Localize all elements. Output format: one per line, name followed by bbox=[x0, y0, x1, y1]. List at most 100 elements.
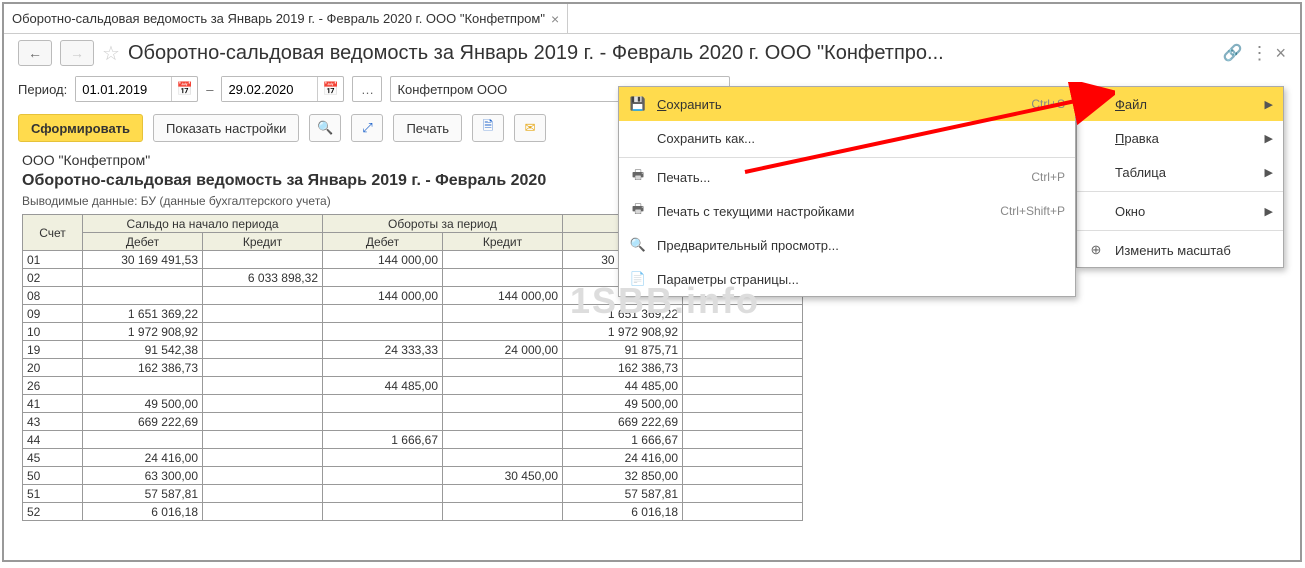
cell-account: 44 bbox=[23, 431, 83, 449]
col-turnover: Обороты за период bbox=[323, 215, 563, 233]
cell-end-debit: 1 972 908,92 bbox=[563, 323, 683, 341]
nav-forward-button[interactable]: → bbox=[60, 40, 94, 66]
more-menu-icon[interactable]: ⋮ bbox=[1250, 43, 1267, 64]
menu-file-label: ФФайлайл bbox=[1115, 97, 1255, 112]
cell-end-credit bbox=[683, 377, 803, 395]
table-row[interactable]: 4524 416,0024 416,00 bbox=[23, 449, 803, 467]
preview-icon: 🔍 bbox=[629, 237, 647, 253]
cell-start-credit bbox=[203, 413, 323, 431]
submenu-arrow-icon: ▶ bbox=[1265, 132, 1273, 145]
table-row[interactable]: 4149 500,0049 500,00 bbox=[23, 395, 803, 413]
period-from-field[interactable]: 📅 bbox=[75, 76, 198, 102]
cell-account: 01 bbox=[23, 251, 83, 269]
table-row[interactable]: 5157 587,8157 587,81 bbox=[23, 485, 803, 503]
table-row[interactable]: 2644 485,0044 485,00 bbox=[23, 377, 803, 395]
period-to-field[interactable]: 📅 bbox=[221, 76, 344, 102]
cell-start-credit bbox=[203, 305, 323, 323]
email-button[interactable]: ✉ bbox=[514, 114, 546, 142]
nav-back-button[interactable]: ← bbox=[18, 40, 52, 66]
cell-turn-credit bbox=[443, 305, 563, 323]
period-picker-button[interactable]: … bbox=[352, 76, 382, 102]
cell-account: 50 bbox=[23, 467, 83, 485]
cell-turn-credit: 144 000,00 bbox=[443, 287, 563, 305]
submenu-save-as-label: Сохранить как... bbox=[657, 131, 1065, 146]
title-row: ← → ☆ Оборотно-сальдовая ведомость за Ян… bbox=[4, 34, 1300, 72]
cell-account: 45 bbox=[23, 449, 83, 467]
page-title: Оборотно-сальдовая ведомость за Январь 2… bbox=[128, 42, 1215, 65]
table-row[interactable]: 526 016,186 016,18 bbox=[23, 503, 803, 521]
cell-end-credit bbox=[683, 395, 803, 413]
menu-window-label: Окно bbox=[1115, 204, 1255, 219]
cell-account: 09 bbox=[23, 305, 83, 323]
submenu-preview[interactable]: 🔍 Предварительный просмотр... bbox=[619, 228, 1075, 262]
cell-end-debit: 32 850,00 bbox=[563, 467, 683, 485]
period-to-input[interactable] bbox=[222, 77, 317, 101]
table-row[interactable]: 441 666,671 666,67 bbox=[23, 431, 803, 449]
cell-account: 41 bbox=[23, 395, 83, 413]
link-icon[interactable]: 🔗 bbox=[1223, 43, 1243, 63]
submenu-print-current[interactable]: 🖶 Печать с текущими настройками Ctrl+Shi… bbox=[619, 194, 1075, 228]
period-from-input[interactable] bbox=[76, 77, 171, 101]
submenu-print[interactable]: 🖶 Печать... Ctrl+P bbox=[619, 160, 1075, 194]
cell-turn-credit bbox=[443, 431, 563, 449]
cell-start-credit bbox=[203, 395, 323, 413]
cell-turn-debit: 24 333,33 bbox=[323, 341, 443, 359]
print-icon: 🖶 bbox=[629, 166, 647, 188]
calendar-to-icon[interactable]: 📅 bbox=[317, 77, 343, 101]
cell-turn-debit bbox=[323, 269, 443, 287]
submenu-arrow-icon: ▶ bbox=[1265, 166, 1273, 179]
show-settings-button[interactable]: Показать настройки bbox=[153, 114, 299, 142]
cell-account: 08 bbox=[23, 287, 83, 305]
table-row[interactable]: 20162 386,73162 386,73 bbox=[23, 359, 803, 377]
generate-button[interactable]: Сформировать bbox=[18, 114, 143, 142]
menu-window[interactable]: Окно ▶ bbox=[1077, 194, 1283, 228]
cell-turn-credit bbox=[443, 413, 563, 431]
submenu-save[interactable]: 💾 Сохранить Ctrl+S bbox=[619, 87, 1075, 121]
generate-label: Сформировать bbox=[31, 121, 130, 136]
search-button[interactable]: 🔍 bbox=[309, 114, 341, 142]
favorite-star-icon[interactable]: ☆ bbox=[102, 41, 120, 66]
cell-end-credit bbox=[683, 341, 803, 359]
zoom-icon: ⊕ bbox=[1087, 242, 1105, 258]
submenu-page-params[interactable]: 📄 Параметры страницы... bbox=[619, 262, 1075, 296]
cell-turn-credit bbox=[443, 323, 563, 341]
cell-start-credit bbox=[203, 485, 323, 503]
cell-end-credit bbox=[683, 359, 803, 377]
cell-turn-credit bbox=[443, 359, 563, 377]
calendar-from-icon[interactable]: 📅 bbox=[171, 77, 197, 101]
cell-start-debit bbox=[83, 377, 203, 395]
document-tab[interactable]: Оборотно-сальдовая ведомость за Январь 2… bbox=[4, 4, 568, 33]
cell-turn-credit bbox=[443, 503, 563, 521]
cell-end-debit: 24 416,00 bbox=[563, 449, 683, 467]
print-shortcut: Ctrl+P bbox=[1031, 170, 1065, 184]
cell-account: 20 bbox=[23, 359, 83, 377]
cell-start-debit: 49 500,00 bbox=[83, 395, 203, 413]
expand-icon: ⤢ bbox=[362, 120, 372, 136]
menu-file[interactable]: ФФайлайл ▶ bbox=[1077, 87, 1283, 121]
submenu-save-as[interactable]: Сохранить как... bbox=[619, 121, 1075, 155]
cell-start-credit bbox=[203, 431, 323, 449]
cell-turn-credit bbox=[443, 377, 563, 395]
menu-table[interactable]: Таблица ▶ bbox=[1077, 155, 1283, 189]
table-row[interactable]: 43669 222,69669 222,69 bbox=[23, 413, 803, 431]
cell-turn-credit bbox=[443, 395, 563, 413]
cell-start-credit bbox=[203, 287, 323, 305]
menu-edit[interactable]: Правка ▶ bbox=[1077, 121, 1283, 155]
cell-start-debit: 162 386,73 bbox=[83, 359, 203, 377]
tab-close-icon[interactable]: × bbox=[551, 11, 559, 27]
cell-end-debit: 162 386,73 bbox=[563, 359, 683, 377]
table-row[interactable]: 5063 300,0030 450,0032 850,00 bbox=[23, 467, 803, 485]
cell-start-debit bbox=[83, 431, 203, 449]
close-icon[interactable]: × bbox=[1275, 43, 1286, 64]
cell-start-credit: 6 033 898,32 bbox=[203, 269, 323, 287]
table-row[interactable]: 1991 542,3824 333,3324 000,0091 875,71 bbox=[23, 341, 803, 359]
preview-button[interactable]: 🗎 bbox=[472, 114, 504, 142]
cell-turn-debit bbox=[323, 395, 443, 413]
menu-zoom[interactable]: ⊕ Изменить масштаб bbox=[1077, 233, 1283, 267]
cell-start-credit bbox=[203, 359, 323, 377]
print-button[interactable]: Печать bbox=[393, 114, 462, 142]
cell-start-credit bbox=[203, 467, 323, 485]
expand-button[interactable]: ⤢ bbox=[351, 114, 383, 142]
table-row[interactable]: 091 651 369,221 651 369,22 bbox=[23, 305, 803, 323]
table-row[interactable]: 101 972 908,921 972 908,92 bbox=[23, 323, 803, 341]
